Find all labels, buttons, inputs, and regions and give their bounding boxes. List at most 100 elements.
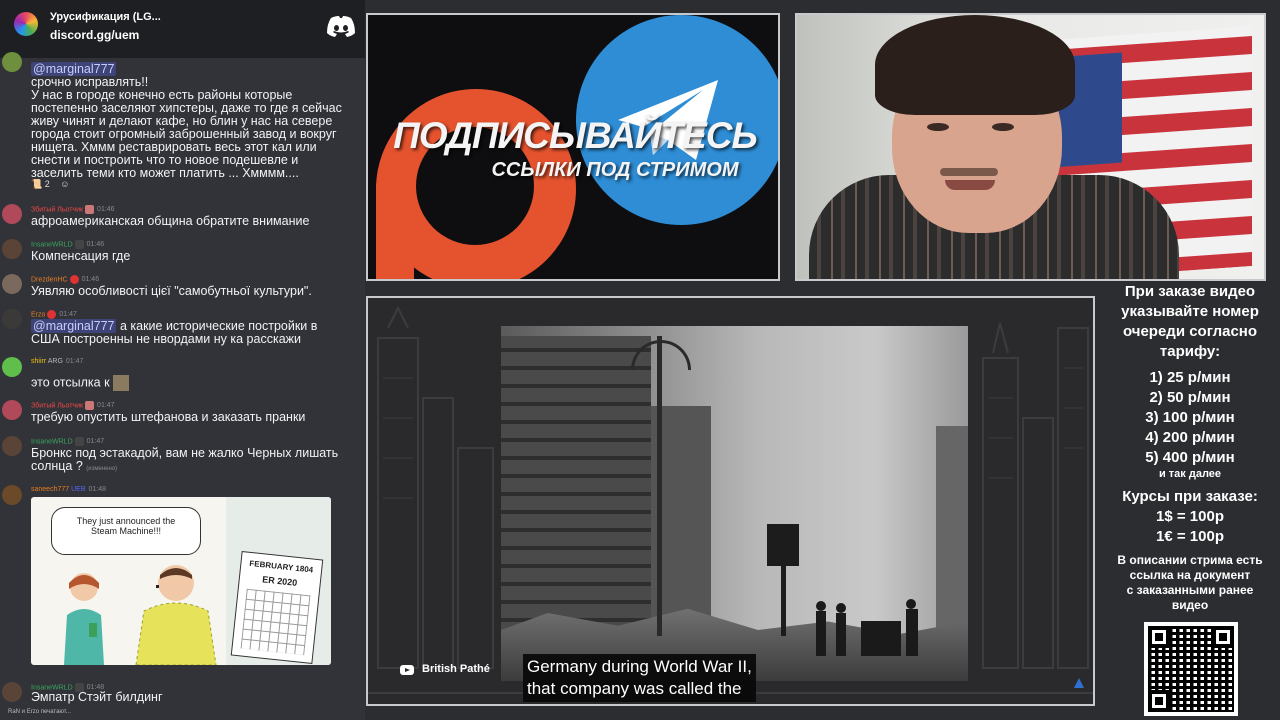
message-meta: DrezdenHC 01:46 — [31, 275, 99, 284]
message-meta: Збитый Льотчик 01:47 — [31, 401, 115, 410]
badge-icon — [74, 240, 84, 249]
avatar — [2, 357, 22, 377]
username[interactable]: shiirr — [31, 358, 46, 365]
message-meta: saneech777 UEB 01:48 — [31, 486, 106, 493]
person-hair — [875, 15, 1075, 115]
tariff-item: 3) 100 р/мин — [1145, 409, 1235, 426]
user-mention[interactable]: @marginal777 — [31, 319, 117, 333]
username[interactable]: Збитый Льотчик — [31, 206, 83, 213]
message-text: @marginal777 а какие исторические постро… — [31, 319, 318, 346]
message-body: @marginal777 срочно исправлять!! У нас в… — [31, 62, 365, 180]
mustache — [940, 168, 998, 176]
badge-icon — [85, 401, 95, 410]
timestamp: 01:47 — [59, 311, 77, 319]
add-reaction-icon[interactable]: ☺ — [60, 179, 69, 189]
message-line: нищета. Хммм реставрировать весь этот ка… — [31, 140, 317, 154]
timestamp: 01:47 — [65, 358, 84, 365]
avatar — [2, 204, 22, 224]
calendar: FEBRUARY 1804 ER 2020 — [230, 551, 324, 664]
avatar — [2, 436, 22, 456]
avatar — [2, 52, 22, 72]
timestamp: 01:47 — [97, 402, 115, 410]
comic-woman — [64, 573, 104, 665]
message-meta: InsaneWRLD 01:47 — [31, 437, 104, 446]
footage-lamp-post — [657, 336, 662, 636]
avatar — [2, 239, 22, 259]
footage-ruined-building — [501, 336, 651, 636]
message-text: Уявляю особливості цієї "самобутньої кул… — [31, 284, 312, 298]
comic-image[interactable]: They just announced the Steam Machine!!!… — [31, 497, 331, 665]
message-text: Эмпатр Стэйт билдинг — [31, 690, 163, 704]
footage-traffic-light — [767, 524, 799, 566]
info-note-line: В описании стрима есть — [1117, 553, 1263, 567]
message-text: Бронкс под эстакадой, вам не жалко Черны… — [31, 446, 339, 473]
message-meta: Збитый Льотчик 01:46 — [31, 205, 115, 214]
qr-finder — [1212, 626, 1234, 648]
username[interactable]: InsaneWRLD — [31, 241, 73, 248]
message-text: афроамериканская община обратите внимани… — [31, 214, 310, 228]
discord-logo-icon — [327, 16, 355, 37]
message-meta: InsaneWRLD 01:46 — [31, 240, 104, 249]
message-line: города стоит огромный заброшенный завод … — [31, 127, 337, 141]
user-tag: UEB — [71, 486, 86, 493]
info-note-line: видео — [1171, 598, 1209, 612]
message-line: постепенно заселяют хипстеры, даже то гд… — [31, 101, 342, 115]
caption-line: that company was called the — [527, 679, 742, 698]
tariff-item: 1) 25 р/мин — [1149, 369, 1231, 386]
reaction[interactable]: 📜 2 — [31, 179, 50, 190]
avatar — [2, 274, 22, 294]
message-text: требую опустить штефанова и заказать пра… — [31, 410, 306, 424]
username[interactable]: DrezdenHC — [31, 276, 68, 283]
typing-indicator: RaN и Erzo печатают... — [8, 709, 71, 715]
archival-footage — [501, 326, 968, 681]
chat-header: Урусификация (LG... discord.gg/uem — [0, 0, 365, 58]
info-note-line: ссылка на документ — [1129, 568, 1251, 582]
server-invite-link[interactable]: discord.gg/uem — [50, 28, 139, 42]
avatar — [2, 309, 22, 329]
badge-icon — [74, 437, 84, 446]
info-heading-line: При заказе видео — [1124, 283, 1256, 300]
patreon-logo-bar — [376, 185, 414, 279]
tariff-item: 5) 400 р/мин — [1145, 449, 1235, 466]
message-line: снести и построить что то новое подешевл… — [31, 153, 299, 167]
subtitle-caption: Germany during World War II, that compan… — [523, 654, 756, 702]
mouth — [945, 180, 995, 190]
badge-icon — [47, 310, 57, 319]
comic-man — [135, 565, 217, 665]
channel-name[interactable]: British Pathé — [422, 663, 490, 675]
tariff-item: 2) 50 р/мин — [1149, 389, 1231, 406]
tariff-etc: и так далее — [1158, 468, 1222, 480]
rate-item: 1€ = 100р — [1156, 528, 1224, 545]
avatar — [2, 682, 22, 702]
info-heading-line: указывайте номер — [1121, 303, 1259, 320]
message-meta: shiirr ARG 01:47 — [31, 358, 83, 365]
qr-code[interactable] — [1144, 622, 1238, 716]
qr-pattern — [1148, 626, 1234, 712]
server-icon — [14, 12, 38, 36]
footage-people — [816, 599, 918, 656]
promo-panel: ПОДПИСЫВАЙТЕСЬ ССЫЛКИ ПОД СТРИМОМ — [366, 13, 780, 281]
user-mention[interactable]: @marginal777 — [31, 62, 117, 76]
timestamp: 01:46 — [86, 241, 105, 249]
timestamp: 01:48 — [88, 486, 107, 493]
timestamp: 01:47 — [86, 438, 105, 446]
username[interactable]: Erzo — [31, 311, 45, 318]
info-heading-line: тарифу: — [1159, 343, 1221, 360]
username[interactable]: Збитый Льотчик — [31, 402, 83, 409]
timestamp: 01:46 — [81, 276, 100, 284]
caption-line: Germany during World War II, — [527, 657, 752, 676]
badge-icon — [69, 275, 79, 284]
message-text: это отсылка к — [31, 375, 365, 391]
eye — [992, 123, 1014, 131]
info-heading-line: очереди согласно — [1122, 323, 1258, 340]
promo-subtitle: ССЫЛКИ ПОД СТРИМОМ — [491, 159, 739, 181]
order-info-panel: При заказе видео указывайте номер очеред… — [1100, 282, 1280, 720]
timestamp: 01:46 — [97, 206, 115, 214]
video-player[interactable]: British Pathé Germany during World War I… — [366, 296, 1095, 706]
calendar-grid — [240, 588, 311, 656]
message-text: Компенсация где — [31, 249, 131, 263]
username[interactable]: InsaneWRLD — [31, 438, 73, 445]
rates-title: Курсы при заказе: — [1122, 488, 1258, 505]
username[interactable]: saneech777 — [31, 486, 69, 493]
reactions: 📜 2 ☺ — [31, 174, 75, 190]
